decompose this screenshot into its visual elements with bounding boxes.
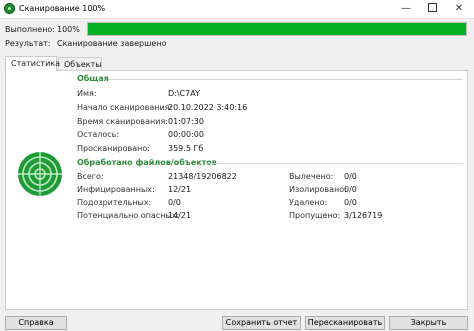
result-label: Результат: bbox=[5, 39, 51, 48]
title-bar: Сканирование 100% — ✕ bbox=[0, 0, 474, 19]
minimize-button[interactable]: — bbox=[393, 0, 419, 18]
processed-value-total: 21348/19206822 bbox=[168, 172, 237, 181]
help-button[interactable]: Справка bbox=[5, 316, 67, 330]
processed-section-title: Обработано файлов/объектов bbox=[77, 158, 217, 167]
processed-key-total: Всего: bbox=[77, 172, 104, 181]
general-value-duration: 01:07:30 bbox=[168, 117, 204, 126]
maximize-button[interactable] bbox=[419, 0, 445, 18]
general-key-remaining: Осталось: bbox=[77, 130, 120, 139]
processed-key-potentially-dangerous: Потенциально опасных: bbox=[77, 211, 180, 220]
progress-fill bbox=[88, 23, 466, 35]
save-report-button[interactable]: Сохранить отчет bbox=[222, 316, 301, 330]
processed-key-skipped: Пропущено: bbox=[289, 211, 341, 220]
processed-key-suspicious: Подозрительных: bbox=[77, 198, 152, 207]
general-key-duration: Время сканирования: bbox=[77, 117, 168, 126]
general-value-name: D:\C7AY bbox=[168, 89, 200, 98]
processed-value-deleted: 0/0 bbox=[344, 198, 357, 207]
window-title: Сканирование 100% bbox=[19, 4, 106, 13]
processed-value-skipped: 3/126719 bbox=[344, 211, 383, 220]
processed-key-deleted: Удалено: bbox=[289, 198, 328, 207]
processed-key-infected: Инфицированных: bbox=[77, 185, 155, 194]
tab-statistics[interactable]: Статистика bbox=[5, 56, 60, 71]
processed-value-cured: 0/0 bbox=[344, 172, 357, 181]
general-key-scanned: Просканировано: bbox=[77, 144, 150, 153]
processed-section-divider bbox=[205, 163, 463, 164]
processed-value-quarantined: 0/0 bbox=[344, 185, 357, 194]
general-section-divider bbox=[108, 79, 463, 80]
close-button[interactable]: Закрыть bbox=[389, 316, 468, 330]
general-key-start: Начало сканирования: bbox=[77, 103, 173, 112]
processed-value-suspicious: 0/0 bbox=[168, 198, 181, 207]
progress-label: Выполнено: bbox=[5, 25, 56, 34]
rescan-button[interactable]: Пересканировать bbox=[305, 316, 385, 330]
processed-key-cured: Вылечено: bbox=[289, 172, 334, 181]
maximize-icon bbox=[427, 2, 437, 12]
processed-value-infected: 12/21 bbox=[168, 185, 192, 194]
progress-percent: 100% bbox=[57, 25, 80, 34]
tab-objects[interactable]: Объекты bbox=[58, 57, 102, 70]
general-section-title: Общая bbox=[77, 74, 109, 83]
result-value: Сканирование завершено bbox=[57, 39, 167, 48]
processed-key-quarantined: Изолировано: bbox=[289, 185, 347, 194]
progress-bar bbox=[87, 22, 467, 36]
app-icon bbox=[4, 3, 15, 14]
general-key-name: Имя: bbox=[77, 89, 97, 98]
general-value-remaining: 00:00:00 bbox=[168, 130, 204, 139]
general-value-scanned: 359.5 Гб bbox=[168, 144, 204, 153]
radar-icon bbox=[18, 152, 62, 196]
processed-value-potentially-dangerous: 14/21 bbox=[168, 211, 192, 220]
close-window-button[interactable]: ✕ bbox=[446, 0, 472, 18]
general-value-start: 20.10.2022 3:40:16 bbox=[168, 103, 248, 112]
